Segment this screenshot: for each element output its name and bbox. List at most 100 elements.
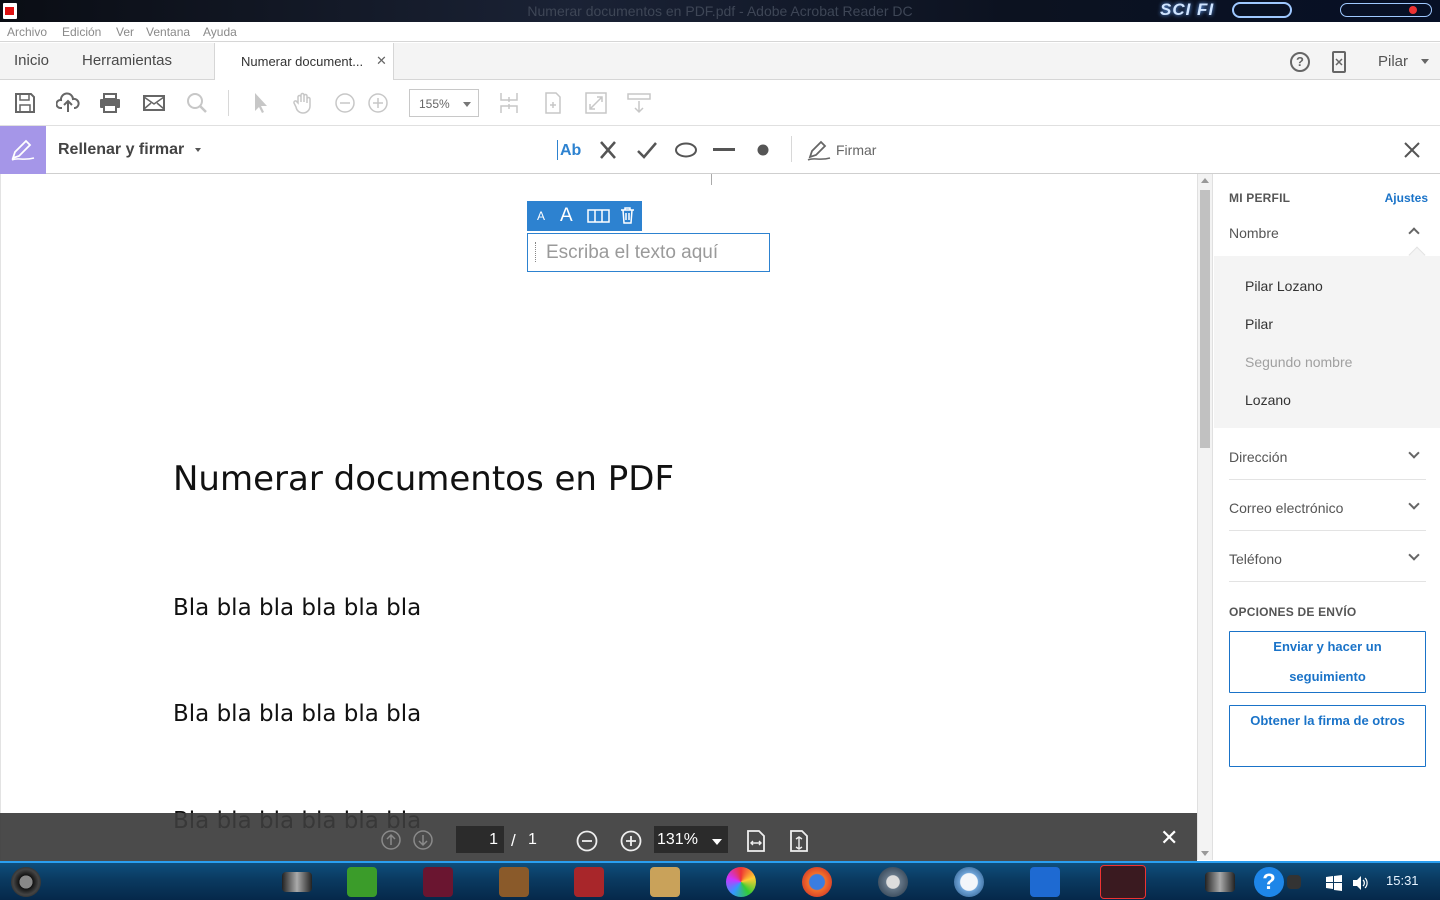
cloud-upload-icon[interactable]: [56, 92, 80, 114]
scrollbar-thumb[interactable]: [1200, 190, 1210, 448]
fit-one-page-icon[interactable]: [789, 830, 809, 852]
document-vertical-scrollbar[interactable]: [1197, 174, 1212, 860]
decrease-font-size-button[interactable]: A: [537, 209, 545, 223]
menu-ayuda[interactable]: Ayuda: [203, 25, 237, 39]
mobile-link-icon[interactable]: [1331, 51, 1347, 73]
next-page-icon[interactable]: [413, 830, 433, 850]
full-screen-icon[interactable]: [585, 92, 607, 114]
select-cursor-icon[interactable]: [250, 92, 272, 114]
send-and-track-button[interactable]: Enviar y hacer un seguimiento: [1229, 631, 1426, 693]
menu-ver[interactable]: Ver: [116, 25, 134, 39]
zoom-level-select[interactable]: 131%: [654, 826, 728, 853]
chevron-down-icon: [1408, 498, 1420, 510]
start-button-icon[interactable]: [11, 867, 41, 897]
search-icon[interactable]: [186, 92, 208, 114]
add-text-tool[interactable]: Ab: [557, 140, 583, 162]
phone-section[interactable]: Teléfono: [1229, 532, 1426, 582]
zoom-out-icon[interactable]: [576, 830, 598, 852]
comb-field-icon[interactable]: [587, 209, 610, 223]
insertion-cursor: [711, 174, 712, 185]
user-menu-caret-icon[interactable]: [1421, 59, 1429, 64]
previous-page-icon[interactable]: [381, 830, 401, 850]
get-signatures-button[interactable]: Obtener la firma de otros: [1229, 705, 1426, 767]
menu-archivo[interactable]: Archivo: [7, 25, 47, 39]
app-photos-icon[interactable]: [726, 867, 756, 897]
windows-logo-icon[interactable]: [1326, 875, 1342, 891]
app-folder-icon[interactable]: [423, 867, 453, 897]
scroll-up-arrow-icon[interactable]: [1201, 178, 1209, 183]
settings-link[interactable]: Ajustes: [1385, 191, 1428, 205]
acrobat-taskbar-icon[interactable]: [1100, 865, 1146, 899]
sign-button[interactable]: Firmar: [836, 142, 876, 158]
hand-tool-icon[interactable]: [292, 92, 314, 114]
zoom-in-icon[interactable]: [367, 92, 389, 114]
zoom-out-icon[interactable]: [334, 92, 356, 114]
delete-field-icon[interactable]: [620, 207, 635, 224]
close-page-nav-icon[interactable]: ✕: [1160, 825, 1178, 851]
app-archive-icon[interactable]: [499, 867, 529, 897]
tab-document[interactable]: Numerar document... ✕: [214, 43, 394, 80]
close-fill-sign-icon[interactable]: [1403, 141, 1421, 159]
close-tab-icon[interactable]: ✕: [376, 53, 387, 69]
line-icon[interactable]: [713, 148, 735, 152]
fit-width-page-icon[interactable]: [746, 830, 766, 852]
menu-edicion[interactable]: Edición: [62, 25, 101, 39]
taskbar-clock[interactable]: 15:31: [1386, 873, 1419, 888]
text-field-input[interactable]: Escriba el texto aquí: [527, 233, 770, 272]
text-field-handle[interactable]: [535, 242, 536, 262]
fit-page-icon[interactable]: [498, 92, 520, 114]
user-menu[interactable]: Pilar: [1378, 53, 1408, 70]
scroll-down-arrow-icon[interactable]: [1201, 851, 1209, 856]
app-explorer-icon[interactable]: [347, 867, 377, 897]
name-section-label: Nombre: [1229, 225, 1279, 241]
fill-sign-tool-badge: [0, 126, 46, 174]
tab-herramientas[interactable]: Herramientas: [82, 52, 172, 69]
ellipse-icon[interactable]: [674, 142, 698, 158]
email-section[interactable]: Correo electrónico: [1229, 481, 1426, 531]
zoom-in-icon[interactable]: [620, 830, 642, 852]
page-number-input[interactable]: 1: [456, 826, 504, 853]
firefox-icon[interactable]: [802, 867, 832, 897]
address-section[interactable]: Dirección: [1229, 430, 1426, 480]
cross-mark-icon[interactable]: [598, 140, 618, 160]
main-toolbar: 155%: [0, 80, 1440, 126]
document-heading: Numerar documentos en PDF: [173, 459, 675, 499]
fill-sign-caret-icon[interactable]: [195, 148, 201, 152]
check-mark-icon[interactable]: [636, 140, 658, 160]
address-label: Dirección: [1229, 449, 1288, 465]
tray-monitor-icon[interactable]: [1287, 875, 1301, 889]
fit-width-icon[interactable]: [542, 92, 564, 114]
fill-sign-title[interactable]: Rellenar y firmar: [58, 141, 184, 159]
zoom-select[interactable]: 155%: [409, 89, 479, 117]
dot-icon[interactable]: [757, 144, 769, 156]
name-option[interactable]: Lozano: [1245, 392, 1291, 408]
sign-pen-icon[interactable]: [806, 138, 832, 162]
save-icon[interactable]: [14, 92, 36, 114]
read-mode-icon[interactable]: [627, 92, 651, 114]
phone-label: Teléfono: [1229, 551, 1282, 567]
menu-ventana[interactable]: Ventana: [146, 25, 190, 39]
tab-inicio[interactable]: Inicio: [14, 52, 49, 69]
app-skype-icon[interactable]: [954, 867, 984, 897]
help-icon[interactable]: ?: [1290, 52, 1310, 72]
task-view-icon[interactable]: [282, 872, 312, 892]
app-game-icon[interactable]: [650, 867, 680, 897]
show-desktop-icon[interactable]: [1205, 872, 1235, 892]
window-controls-icon[interactable]: [1340, 3, 1432, 17]
theme-decoration-icon: [1232, 2, 1292, 18]
app-disc-icon[interactable]: [878, 867, 908, 897]
name-option-placeholder[interactable]: Segundo nombre: [1245, 354, 1352, 370]
volume-icon[interactable]: [1352, 875, 1368, 891]
document-paragraph: Bla bla bla bla bla bla: [173, 595, 422, 621]
chevron-down-icon: [1408, 447, 1420, 459]
name-option[interactable]: Pilar: [1245, 316, 1273, 332]
help-tray-icon[interactable]: ?: [1254, 867, 1284, 897]
document-viewport[interactable]: A A Escriba el texto aquí Numerar docume…: [0, 174, 1197, 860]
name-section-header[interactable]: Nombre: [1229, 208, 1426, 256]
email-icon[interactable]: [143, 92, 165, 114]
increase-font-size-button[interactable]: A: [560, 205, 573, 227]
app-target-icon[interactable]: [1030, 867, 1060, 897]
name-option[interactable]: Pilar Lozano: [1245, 278, 1323, 294]
app-tools-icon[interactable]: [574, 867, 604, 897]
print-icon[interactable]: [99, 92, 121, 114]
